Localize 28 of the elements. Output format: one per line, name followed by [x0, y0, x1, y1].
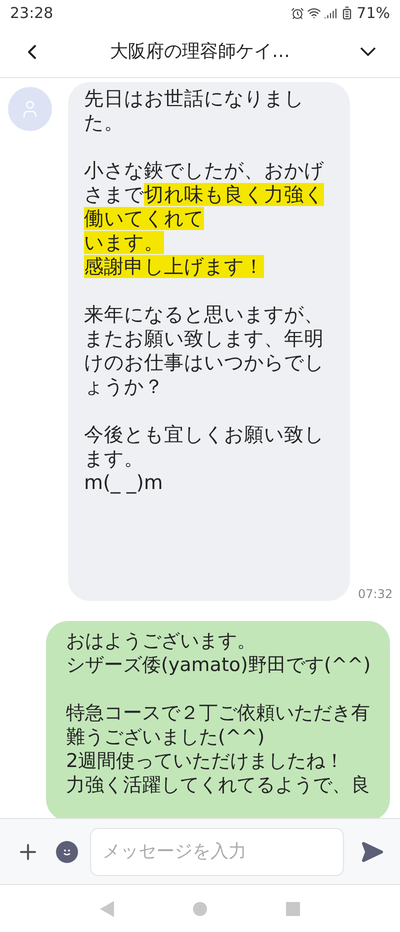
status-time: 23:28 [10, 2, 54, 24]
message-line: 2週間使っていただけましたね！ [66, 749, 344, 773]
message-time: 07:32 [358, 586, 393, 603]
message-line: おはようございます。 [66, 629, 256, 653]
message-line: さまで切れ味も良く力強く [84, 183, 324, 207]
send-icon [360, 840, 384, 864]
battery-percent: 71% [356, 2, 390, 24]
message-line: 特急コースで２丁ご依頼いただき有 [66, 701, 370, 725]
message-line: 力強く活躍してくれてるようで、良 [66, 773, 370, 797]
message-line: 今後とも宜しくお願い致し [84, 423, 324, 447]
message-line: 来年になると思いますが、 [84, 303, 324, 327]
emoji-button[interactable] [56, 840, 78, 862]
message-line: た。 [84, 111, 124, 135]
signal-icon [324, 6, 337, 20]
message-line: 先日はお世話になりまし [84, 87, 304, 111]
message-line: ょうか？ [84, 375, 164, 399]
message-input[interactable]: メッセージを入力 [90, 828, 344, 876]
message-line: m(_ _)m [84, 471, 163, 495]
message-line: けのお仕事はいつからでし [84, 351, 324, 375]
message-line: シザーズ倭(yamato)野田です(^^) [66, 653, 371, 677]
message-line: 小さな鋏でしたが、おかげ [84, 159, 324, 183]
chat-title: 大阪府の理容師ケイ… [110, 40, 290, 64]
wifi-icon [306, 6, 321, 20]
message-line: 難うございました(^^) [66, 725, 265, 749]
chevron-down-icon [360, 47, 376, 56]
message-line: またお願い致します、年明 [84, 327, 324, 351]
alarm-icon [290, 6, 304, 20]
message-line: ます。 [84, 447, 144, 471]
